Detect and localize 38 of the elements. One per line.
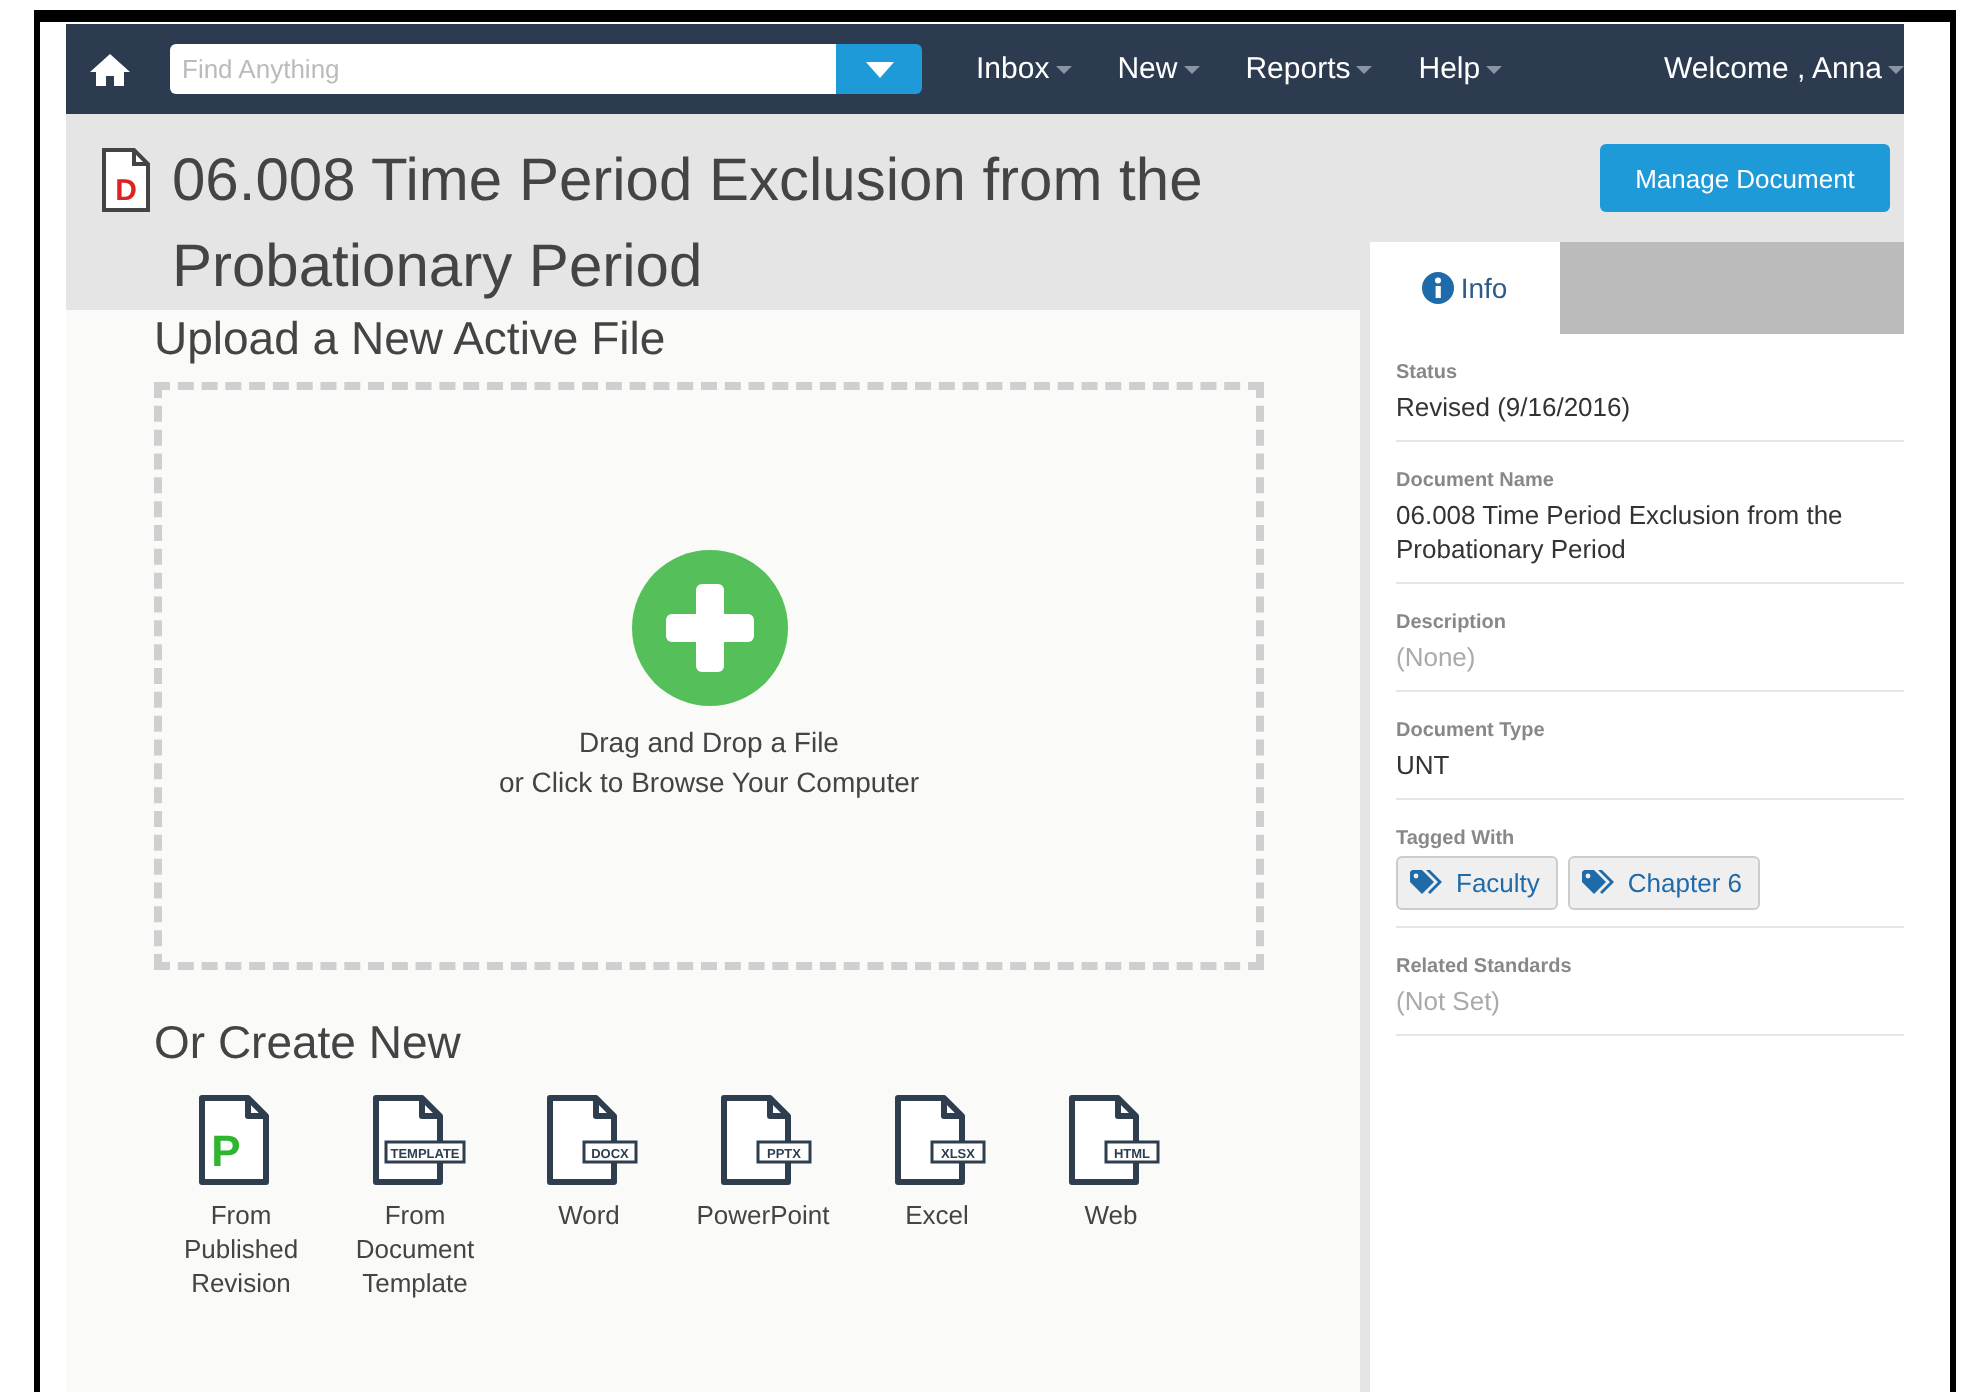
field-label: Description [1396,612,1509,634]
nav-menu-item[interactable]: New [1117,52,1200,86]
tag-chip[interactable]: Faculty [1396,856,1558,910]
info-icon [1422,272,1455,304]
caret-icon [865,61,893,77]
document-icon: D [100,148,152,212]
upload-heading: Upload a New Active File [154,310,668,366]
document-title: 06.008 Time Period Exclusion from the Probationary Period [172,146,1205,304]
create-option-link[interactable]: Excel [905,1198,969,1232]
tag-chip[interactable]: Chapter 6 [1567,856,1760,910]
field-value: UNT [1396,748,1452,782]
field-label: Tagged With [1396,828,1517,850]
create-option-link[interactable]: From Published Revision [183,1198,299,1300]
drop-zone[interactable]: Drag and Drop a File or Click to Browse Your Computer [154,382,1264,970]
search-dropdown-button[interactable] [836,44,922,94]
field-value: (None) [1396,640,1478,674]
field-label: Document Type [1396,720,1547,742]
search-field[interactable]: Find Anything [170,44,836,94]
field-value: Revised (9/16/2016) [1396,390,1633,424]
create-option-link[interactable]: PowerPoint [696,1198,830,1232]
field-label: Related Standards [1396,956,1574,978]
drop-instructions: Drag and Drop a File or Click to Browse Your Computer [498,724,920,802]
tag-icon [1581,870,1616,896]
home-icon[interactable] [90,51,130,87]
nav-menu-item[interactable]: Inbox [976,52,1072,86]
field-label: Document Name [1396,470,1556,492]
field-label: Status [1396,362,1460,384]
create-option-link[interactable]: Web [1084,1198,1138,1232]
field-value: (Not Set) [1396,984,1503,1018]
user-menu[interactable]: Welcome , Anna [1664,52,1904,86]
nav-menu-item[interactable]: Help [1418,52,1503,86]
tag-icon [1410,870,1444,896]
create-heading: Or Create New [154,1014,463,1070]
field-value: 06.008 Time Period Exclusion from the Probationary Period [1396,498,1845,566]
nav-menu-item[interactable]: Reports [1245,52,1373,86]
add-icon [631,550,787,706]
create-option-link[interactable]: Word [558,1198,620,1232]
create-option-link[interactable]: From Document Template [355,1198,475,1300]
